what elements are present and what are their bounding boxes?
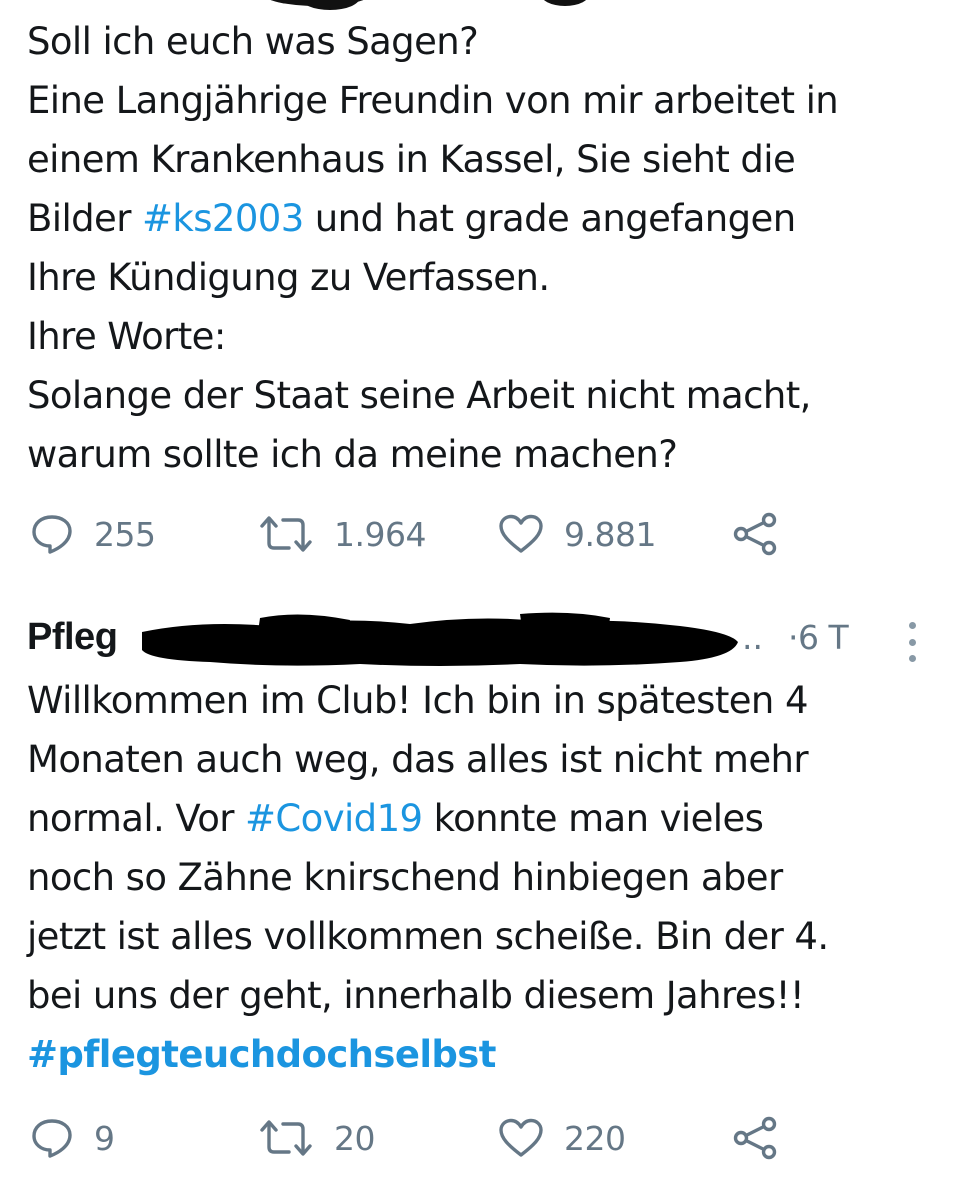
tweet-line: noch so Zähne knirschend hinbiegen aber <box>27 856 783 899</box>
like-button[interactable]: 9.881 <box>498 510 656 558</box>
retweet-count: 1.964 <box>334 514 426 554</box>
reply-button[interactable]: 255 <box>30 510 156 558</box>
retweet-count: 20 <box>334 1118 376 1158</box>
redaction-scribble <box>142 612 738 666</box>
tweet-line: Solange der Staat seine Arbeit nicht mac… <box>27 374 811 417</box>
reply-button[interactable]: 9 <box>30 1114 115 1162</box>
tweet-text: Soll ich euch was Sagen? Eine Langjährig… <box>27 12 839 484</box>
heart-icon <box>498 1117 544 1159</box>
retweet-button[interactable]: 1.964 <box>258 510 426 558</box>
tweet-text: Willkommen im Club! Ich bin in spätesten… <box>27 671 829 1084</box>
tweet-line: bei uns der geht, innerhalb diesem Jahre… <box>27 974 805 1017</box>
retweet-icon <box>258 1117 314 1159</box>
tweet-line: einem Krankenhaus in Kassel, Sie sieht d… <box>27 138 796 181</box>
tweet-line: Bilder #ks2003 und hat grade angefangen <box>27 189 838 248</box>
tweet-line: Ihre Kündigung zu Verfassen. <box>27 256 550 299</box>
tweet-line: Eine Langjährige Freundin von mir arbeit… <box>27 79 839 122</box>
heart-icon <box>498 513 544 555</box>
tweet-line: Monaten auch weg, das alles ist nicht me… <box>27 738 809 781</box>
share-button[interactable] <box>732 1114 778 1162</box>
tweet-line: Soll ich euch was Sagen? <box>27 20 479 63</box>
tweet-line: warum sollte ich da meine machen? <box>27 433 678 476</box>
reply-count: 255 <box>94 514 156 554</box>
tweet-line: normal. Vor #Covid19 konnte man vieles <box>27 789 829 848</box>
share-icon <box>732 1116 778 1160</box>
like-button[interactable]: 220 <box>498 1114 626 1162</box>
tweet-text-segment: Bilder <box>27 197 142 240</box>
author-name[interactable]: Pfleg <box>27 616 118 659</box>
share-button[interactable] <box>732 510 778 558</box>
retweet-icon <box>258 513 314 555</box>
tweet-line: Willkommen im Club! Ich bin in spätesten… <box>27 679 808 722</box>
hashtag-link[interactable]: #Covid19 <box>245 797 423 840</box>
like-count: 9.881 <box>564 514 656 554</box>
more-vertical-icon[interactable] <box>898 622 926 662</box>
tweet-actions: 255 1.964 9.881 <box>0 510 968 558</box>
retweet-button[interactable]: 20 <box>258 1114 376 1162</box>
tweet-line: Ihre Worte: <box>27 315 226 358</box>
name-ellipsis: .. <box>742 618 763 657</box>
tweet-line: jetzt ist alles vollkommen scheiße. Bin … <box>27 915 829 958</box>
tweet-text-segment: konnte man vieles <box>422 797 764 840</box>
hashtag-link[interactable]: #ks2003 <box>142 197 304 240</box>
reply-icon <box>30 1117 74 1159</box>
like-count: 220 <box>564 1118 626 1158</box>
tweet-text-segment: und hat grade angefangen <box>303 197 796 240</box>
hashtag-link[interactable]: #pflegteuchdochselbst <box>27 1025 829 1084</box>
timestamp[interactable]: ·6 T <box>788 618 849 657</box>
reply-icon <box>30 513 74 555</box>
tweet-header: Pfleg .. ·6 T <box>0 612 968 672</box>
reply-count: 9 <box>94 1118 115 1158</box>
share-icon <box>732 512 778 556</box>
tweet-actions: 9 20 220 <box>0 1114 968 1162</box>
tweet-text-segment: normal. Vor <box>27 797 246 840</box>
redacted-fragment <box>0 0 968 10</box>
